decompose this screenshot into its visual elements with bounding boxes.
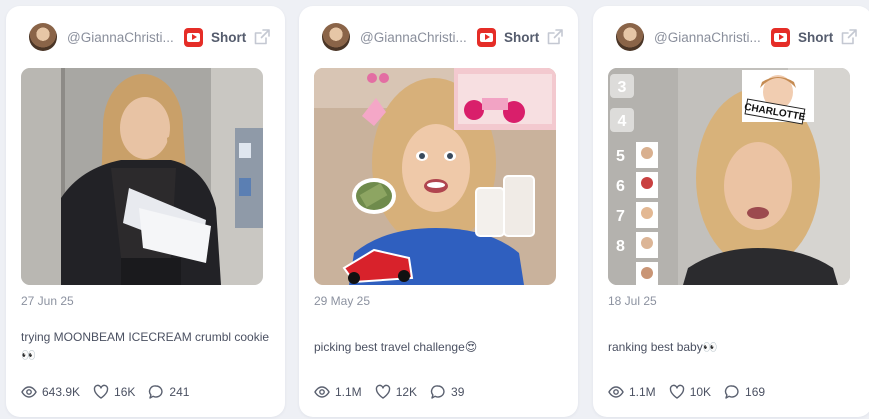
likes-stat: 10K <box>669 384 711 400</box>
likes-stat: 12K <box>375 384 417 400</box>
external-link-icon[interactable] <box>253 28 271 46</box>
youtube-icon <box>771 27 790 47</box>
likes-count: 12K <box>395 385 418 399</box>
creator-handle[interactable]: @GiannaChristi... <box>67 30 176 45</box>
heart-icon <box>375 384 390 399</box>
rank-number: 5 <box>616 148 625 165</box>
rank-number: 7 <box>616 208 625 225</box>
views-stat: 643.9K <box>21 384 80 400</box>
comments-count: 241 <box>169 385 190 399</box>
views-stat: 1.1M <box>608 384 656 400</box>
external-link-icon[interactable] <box>840 28 858 46</box>
video-thumbnail[interactable] <box>21 68 263 285</box>
video-card[interactable]: @GiannaChristi... Short 27 Jun 25 trying… <box>6 6 285 417</box>
comments-stat: 39 <box>430 384 464 400</box>
stats-bar: 1.1M 10K 169 <box>608 382 778 402</box>
avatar[interactable] <box>29 23 57 51</box>
comment-icon <box>724 385 739 399</box>
rank-number: 6 <box>616 178 625 195</box>
video-caption: ranking best baby👀 <box>608 340 718 354</box>
comments-stat: 241 <box>148 384 189 400</box>
external-link-icon[interactable] <box>546 28 564 46</box>
likes-stat: 16K <box>93 384 135 400</box>
views-stat: 1.1M <box>314 384 362 400</box>
eye-icon <box>608 386 624 398</box>
heart-icon <box>93 384 109 399</box>
comments-stat: 169 <box>724 384 765 400</box>
views-count: 1.1M <box>629 385 656 399</box>
card-header: @GiannaChristi... Short <box>6 20 285 54</box>
rank-number: 8 <box>616 238 625 255</box>
stats-bar: 1.1M 12K 39 <box>314 382 477 402</box>
creator-handle[interactable]: @GiannaChristi... <box>654 30 763 45</box>
avatar[interactable] <box>322 23 350 51</box>
rank-number: 4 <box>618 113 627 130</box>
post-date: 29 May 25 <box>314 294 371 308</box>
video-thumbnail[interactable]: CHARLOTTE 3 4 5 6 7 8 <box>608 68 850 285</box>
video-caption: picking best travel challenge😍 <box>314 340 478 354</box>
heart-icon <box>669 384 684 399</box>
post-date: 27 Jun 25 <box>21 294 74 308</box>
card-header: @GiannaChristi... Short <box>299 20 578 54</box>
views-count: 1.1M <box>335 385 362 399</box>
eye-icon <box>314 386 330 398</box>
youtube-icon <box>184 27 203 47</box>
video-card[interactable]: @GiannaChristi... Short 29 May 25 pickin… <box>299 6 578 417</box>
card-header: @GiannaChristi... Short <box>593 20 869 54</box>
video-thumbnail[interactable] <box>314 68 556 285</box>
youtube-icon <box>477 27 496 47</box>
content-type-label: Short <box>798 29 834 45</box>
rank-number: 3 <box>618 79 627 96</box>
content-type-label: Short <box>211 29 247 45</box>
video-card[interactable]: @GiannaChristi... Short CHARLOTTE 3 4 5 <box>593 6 869 417</box>
comments-count: 39 <box>451 385 465 399</box>
content-type-label: Short <box>504 29 540 45</box>
post-date: 18 Jul 25 <box>608 294 657 308</box>
stats-bar: 643.9K 16K 241 <box>21 382 202 402</box>
likes-count: 16K <box>114 385 136 399</box>
video-caption: trying MOONBEAM ICECREAM crumbl cookie👀 <box>21 330 270 362</box>
comment-icon <box>430 385 445 399</box>
likes-count: 10K <box>689 385 712 399</box>
comments-count: 169 <box>745 385 766 399</box>
avatar[interactable] <box>616 23 644 51</box>
eye-icon <box>21 386 37 398</box>
comment-icon <box>149 385 164 399</box>
views-count: 643.9K <box>42 385 81 399</box>
creator-handle[interactable]: @GiannaChristi... <box>360 30 469 45</box>
